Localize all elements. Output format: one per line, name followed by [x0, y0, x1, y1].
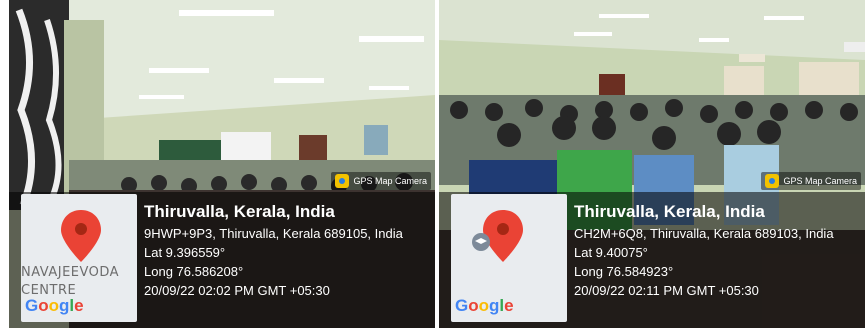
map-thumbnail: Google — [451, 194, 567, 322]
location-info: Thiruvalla, Kerala, India 9HWP+9P3, Thir… — [144, 201, 429, 300]
geotagged-photo-1: GPS Map Camera NAVAJEEVODA CENTRE Google… — [9, 0, 435, 328]
location-address: CH2M+6Q8, Thiruvalla, Kerala 689103, Ind… — [574, 226, 834, 241]
gps-map-camera-icon — [765, 174, 780, 188]
map-thumbnail: NAVAJEEVODA CENTRE Google — [21, 194, 137, 322]
gps-map-camera-icon — [335, 174, 350, 188]
badge-label: GPS Map Camera — [783, 176, 857, 186]
google-logo: Google — [455, 296, 514, 315]
location-info: Thiruvalla, Kerala, India CH2M+6Q8, Thir… — [574, 201, 859, 300]
timestamp: 20/09/22 02:11 PM GMT +05:30 — [574, 283, 759, 298]
longitude: Long 76.584923° — [574, 264, 674, 279]
timestamp: 20/09/22 02:02 PM GMT +05:30 — [144, 283, 330, 298]
location-title: Thiruvalla, Kerala, India — [144, 202, 335, 221]
gps-camera-badge: GPS Map Camera — [331, 172, 431, 190]
geotagged-photo-2: GPS Map Camera Google Thiruvalla, Kerala… — [439, 0, 865, 328]
gps-camera-badge: GPS Map Camera — [761, 172, 861, 190]
location-title: Thiruvalla, Kerala, India — [574, 202, 765, 221]
latitude: Lat 9.40075° — [574, 245, 648, 260]
map-place-label: NAVAJEEVODA CENTRE — [21, 265, 120, 298]
latitude: Lat 9.396559° — [144, 245, 226, 260]
location-address: 9HWP+9P3, Thiruvalla, Kerala 689105, Ind… — [144, 226, 403, 241]
badge-label: GPS Map Camera — [353, 176, 427, 186]
longitude: Long 76.586208° — [144, 264, 244, 279]
google-logo: Google — [25, 296, 84, 315]
